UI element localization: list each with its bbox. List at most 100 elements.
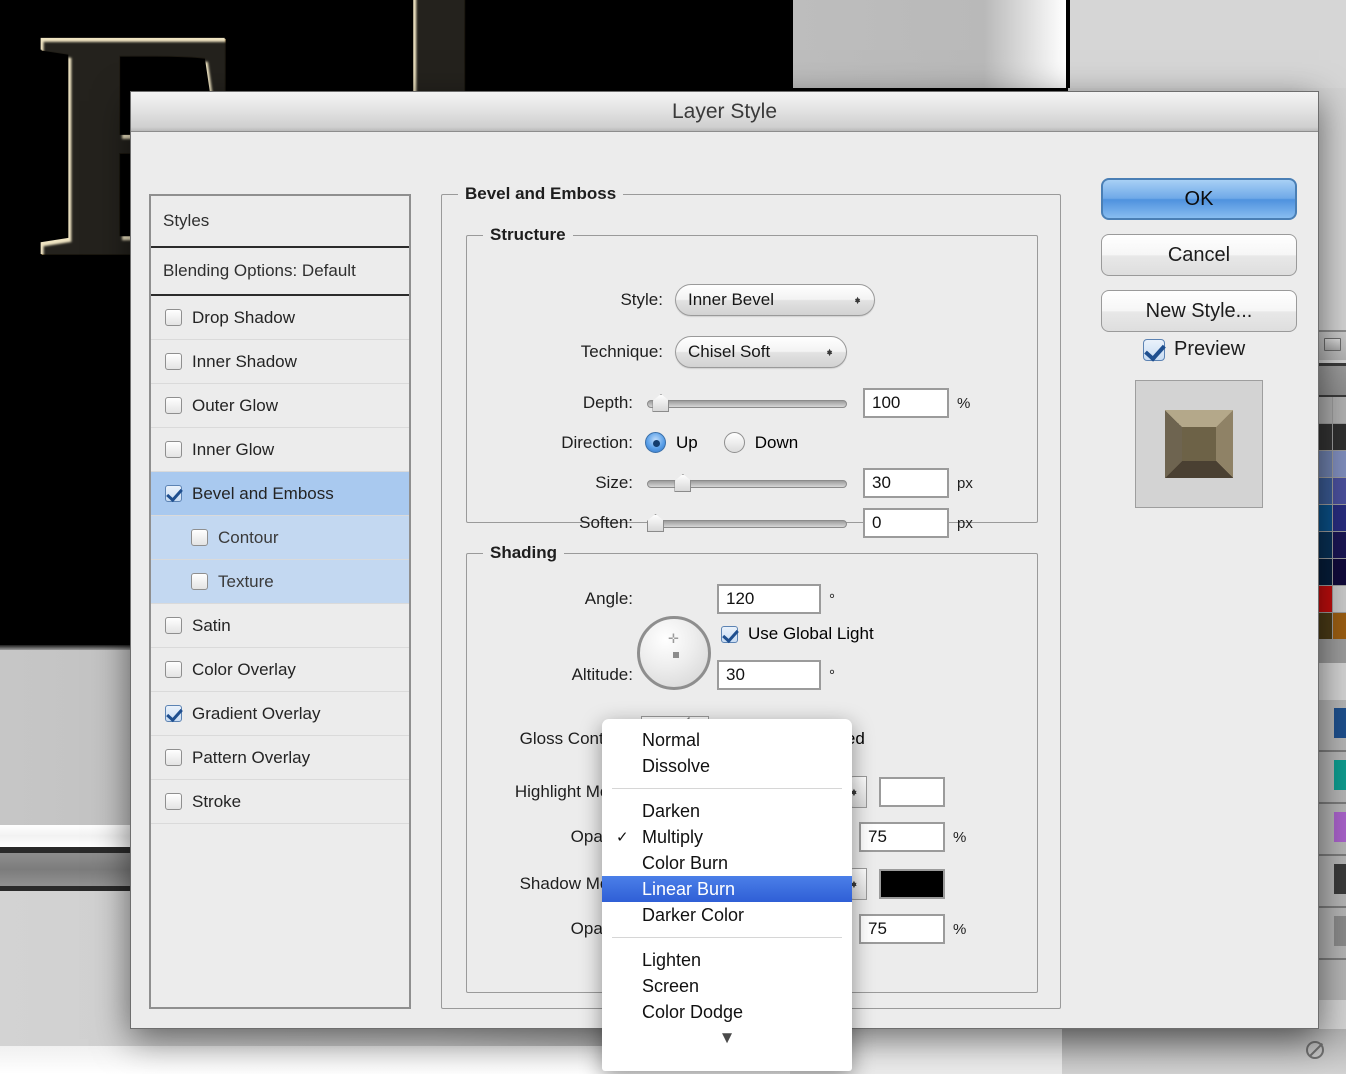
style-select[interactable]: Inner Bevel ▲▼ <box>675 284 875 316</box>
blend-mode-menu[interactable]: NormalDissolveDarken✓MultiplyColor BurnL… <box>602 719 852 1071</box>
size-slider[interactable] <box>647 474 847 492</box>
technique-select[interactable]: Chisel Soft ▲▼ <box>675 336 847 368</box>
color-swatch[interactable] <box>1318 478 1332 504</box>
style-enable-checkbox[interactable] <box>165 309 182 326</box>
blend-mode-menu-item[interactable]: Color Dodge <box>602 999 852 1025</box>
highlight-color-swatch[interactable] <box>879 777 945 807</box>
style-list-item[interactable]: Satin <box>151 604 409 648</box>
style-list-item[interactable]: Contour <box>151 516 409 560</box>
angle-input[interactable]: 120 <box>717 584 821 614</box>
style-list-item[interactable]: Pattern Overlay <box>151 736 409 780</box>
style-list-item[interactable]: Drop Shadow <box>151 296 409 340</box>
color-swatch[interactable] <box>1318 532 1332 558</box>
blend-mode-menu-item-label: Darker Color <box>642 905 852 926</box>
style-enable-checkbox[interactable] <box>165 441 182 458</box>
color-swatch[interactable] <box>1333 559 1346 585</box>
style-enable-checkbox[interactable] <box>165 617 182 634</box>
color-swatch[interactable] <box>1318 613 1332 639</box>
style-list-item[interactable]: Inner Glow <box>151 428 409 472</box>
menu-scroll-down-arrow[interactable]: ▼ <box>602 1025 852 1051</box>
style-list-item-label: Bevel and Emboss <box>192 484 334 504</box>
angle-label: Angle: <box>467 589 633 609</box>
style-list-item[interactable]: Outer Glow <box>151 384 409 428</box>
layer-row[interactable] <box>1318 856 1346 908</box>
blend-mode-menu-item-label: Multiply <box>642 827 852 848</box>
folder-icon[interactable] <box>1324 338 1341 351</box>
altitude-input[interactable]: 30 <box>717 660 821 690</box>
blend-mode-menu-item[interactable]: Darker Color <box>602 902 852 928</box>
style-enable-checkbox[interactable] <box>165 353 182 370</box>
preview-checkbox[interactable] <box>1143 339 1165 361</box>
color-swatch[interactable] <box>1318 424 1332 450</box>
style-enable-checkbox[interactable] <box>165 705 182 722</box>
highlight-opacity-input[interactable]: 75 <box>859 822 945 852</box>
color-swatch[interactable] <box>1318 559 1332 585</box>
direction-down-radio[interactable] <box>724 432 745 453</box>
layer-row[interactable] <box>1318 752 1346 804</box>
shadow-opacity-input[interactable]: 75 <box>859 914 945 944</box>
soften-input[interactable]: 0 <box>863 508 949 538</box>
altitude-unit: ° <box>829 667 835 684</box>
style-list-item[interactable]: Inner Shadow <box>151 340 409 384</box>
layer-thumbnail <box>1334 864 1346 894</box>
preview-checkbox-row[interactable]: Preview <box>1143 338 1245 361</box>
shadow-color-swatch[interactable] <box>879 869 945 899</box>
style-list-item[interactable]: Stroke <box>151 780 409 824</box>
layer-row[interactable] <box>1318 804 1346 856</box>
color-swatch[interactable] <box>1333 532 1346 558</box>
use-global-light-checkbox[interactable] <box>721 626 738 643</box>
new-style-button[interactable]: New Style... <box>1101 290 1297 332</box>
blend-mode-menu-item[interactable]: Linear Burn <box>602 876 852 902</box>
color-swatch[interactable] <box>1333 613 1346 639</box>
soften-slider[interactable] <box>647 514 847 532</box>
color-swatch[interactable] <box>1318 397 1332 423</box>
style-list-item[interactable]: Texture <box>151 560 409 604</box>
style-enable-checkbox[interactable] <box>165 749 182 766</box>
depth-slider[interactable] <box>647 394 847 412</box>
color-swatch[interactable] <box>1318 451 1332 477</box>
style-list-item[interactable]: Color Overlay <box>151 648 409 692</box>
style-list-item[interactable]: Bevel and Emboss <box>151 472 409 516</box>
color-swatch[interactable] <box>1318 505 1332 531</box>
soften-slider-knob[interactable] <box>647 514 664 532</box>
direction-up-radio[interactable] <box>645 432 666 453</box>
style-enable-checkbox[interactable] <box>191 529 208 546</box>
style-enable-checkbox[interactable] <box>165 661 182 678</box>
style-enable-checkbox[interactable] <box>191 573 208 590</box>
blend-mode-menu-item[interactable]: Lighten <box>602 947 852 973</box>
blend-mode-menu-item[interactable]: ✓Multiply <box>602 824 852 850</box>
blend-mode-menu-item[interactable]: Dissolve <box>602 753 852 779</box>
color-swatch[interactable] <box>1333 451 1346 477</box>
color-swatch[interactable] <box>1333 586 1346 612</box>
blend-mode-menu-item[interactable]: Color Burn <box>602 850 852 876</box>
swatches-panel[interactable] <box>1318 363 1346 663</box>
dialog-titlebar[interactable]: Layer Style <box>131 92 1318 132</box>
no-entry-icon[interactable] <box>1306 1041 1324 1059</box>
cancel-button[interactable]: Cancel <box>1101 234 1297 276</box>
ok-button[interactable]: OK <box>1101 178 1297 220</box>
blending-options-item[interactable]: Blending Options: Default <box>151 248 409 296</box>
style-enable-checkbox[interactable] <box>165 397 182 414</box>
dialog-title: Layer Style <box>672 100 777 124</box>
styles-list[interactable]: Styles Blending Options: Default Drop Sh… <box>149 194 411 1009</box>
color-swatch[interactable] <box>1333 478 1346 504</box>
styles-list-header[interactable]: Styles <box>151 196 409 248</box>
blend-mode-menu-item[interactable]: Normal <box>602 727 852 753</box>
style-enable-checkbox[interactable] <box>165 485 182 502</box>
blend-mode-menu-item[interactable]: Screen <box>602 973 852 999</box>
color-swatch[interactable] <box>1333 424 1346 450</box>
blend-mode-menu-item[interactable]: Darken <box>602 798 852 824</box>
layers-panel[interactable] <box>1318 700 1346 1000</box>
depth-slider-track <box>647 400 847 408</box>
layer-row[interactable] <box>1318 908 1346 960</box>
color-swatch[interactable] <box>1333 397 1346 423</box>
color-swatch[interactable] <box>1333 505 1346 531</box>
depth-slider-knob[interactable] <box>652 394 669 412</box>
style-list-item[interactable]: Gradient Overlay <box>151 692 409 736</box>
size-input[interactable]: 30 <box>863 468 949 498</box>
style-enable-checkbox[interactable] <box>165 793 182 810</box>
layer-row[interactable] <box>1318 700 1346 752</box>
depth-input[interactable]: 100 <box>863 388 949 418</box>
color-swatch[interactable] <box>1318 586 1332 612</box>
size-slider-knob[interactable] <box>674 474 691 492</box>
